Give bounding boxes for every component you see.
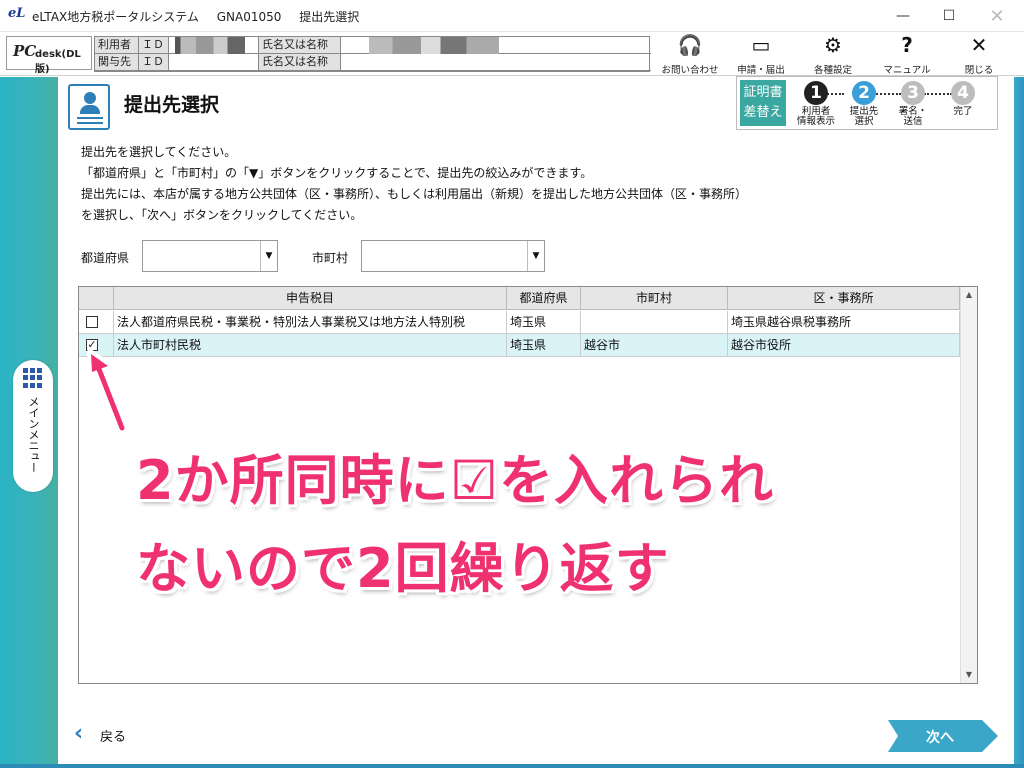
back-label: 戻る bbox=[100, 730, 127, 745]
replace-certificate-button[interactable]: 証明書 差替え bbox=[740, 80, 786, 126]
city-cell: 越谷市 bbox=[581, 334, 728, 357]
prefecture-cell: 埼玉県 bbox=[507, 311, 581, 334]
bottom-border bbox=[0, 764, 1024, 768]
table-row[interactable]: ✓ 法人市町村民税 埼玉県 越谷市 越谷市役所 bbox=[79, 334, 960, 357]
tax-cell: 法人市町村民税 bbox=[114, 334, 507, 357]
tax-cell: 法人都道府県民税・事業税・特別法人事業税又は地方法人特別税 bbox=[114, 311, 507, 334]
contact-label: お問い合わせ bbox=[661, 65, 719, 76]
step-connector bbox=[924, 93, 952, 95]
title-bar: eL eLTAX地方税ポータルシステム GNA01050 提出先選択 — ☐ ✕ bbox=[0, 0, 1024, 32]
user-id-label: ＩＤ bbox=[139, 37, 169, 54]
user-info-grid: 利用者 ＩＤ 氏名又は名称 関与先 ＩＤ 氏名又は名称 bbox=[94, 36, 651, 72]
step-connector bbox=[873, 93, 901, 95]
minimize-button[interactable]: — bbox=[880, 0, 926, 32]
headset-icon: 🎧 bbox=[677, 33, 703, 57]
column-header-office: 区・事務所 bbox=[728, 287, 960, 310]
cert-button-line1: 証明書 bbox=[743, 85, 783, 100]
gear-icon: ⚙ bbox=[824, 33, 842, 57]
chevron-left-icon: ‹ bbox=[74, 721, 84, 746]
column-header-prefecture: 都道府県 bbox=[507, 287, 581, 310]
city-label: 市町村 bbox=[312, 251, 349, 265]
user-label: 利用者 bbox=[95, 37, 139, 54]
brand-desk: desk(DL版) bbox=[35, 49, 81, 75]
scroll-down-icon[interactable]: ▼ bbox=[961, 667, 977, 683]
related-id-value bbox=[169, 54, 259, 71]
prefecture-cell: 埼玉県 bbox=[507, 334, 581, 357]
instruction-line: 提出先を選択してください。 bbox=[81, 145, 237, 159]
instruction-line: を選択し、「次へ」ボタンをクリックしてください。 bbox=[81, 208, 363, 222]
window-title: eLTAX地方税ポータルシステム GNA01050 提出先選択 bbox=[32, 8, 373, 25]
close-icon: ✕ bbox=[989, 5, 1005, 27]
step-4-number: 4 bbox=[951, 81, 975, 105]
prefecture-label: 都道府県 bbox=[81, 251, 130, 265]
scroll-up-icon[interactable]: ▲ bbox=[961, 287, 977, 303]
annotation-arrow-icon bbox=[87, 349, 127, 433]
step-1-label: 利用者 情報表示 bbox=[796, 106, 835, 127]
pcdesk-logo: PC desk(DL版) bbox=[6, 36, 92, 75]
cert-button-line2: 差替え bbox=[743, 105, 783, 120]
table-row[interactable]: 法人都道府県民税・事業税・特別法人事業税又は地方法人特別税 埼玉県 埼玉県越谷県… bbox=[79, 311, 960, 334]
screen-id: GNA01050 bbox=[216, 10, 282, 24]
settings-button[interactable]: ⚙ 各種設定 bbox=[800, 32, 866, 76]
app-name: eLTAX地方税ポータルシステム bbox=[32, 10, 199, 24]
chevron-down-icon[interactable]: ▼ bbox=[260, 241, 277, 271]
step-3-label: 署名・ 送信 bbox=[898, 106, 928, 127]
user-document-icon bbox=[68, 84, 110, 130]
step-3-number: 3 bbox=[901, 81, 925, 105]
step-2-number: 2 bbox=[852, 81, 876, 105]
header-bar: PC desk(DL版) 利用者 ＩＤ 氏名又は名称 関与先 ＩＤ 氏名又は名称… bbox=[0, 32, 1024, 76]
user-id-masked bbox=[175, 37, 245, 54]
settings-label: 各種設定 bbox=[813, 65, 852, 76]
maximize-icon: ☐ bbox=[942, 8, 956, 24]
step-2-label: 提出先 選択 bbox=[849, 106, 879, 127]
step-1-number: 1 bbox=[804, 81, 828, 105]
app-logo-icon: eL bbox=[8, 6, 26, 21]
close-icon: ✕ bbox=[970, 33, 988, 57]
right-border bbox=[1014, 77, 1024, 768]
user-name-masked bbox=[369, 37, 499, 54]
chevron-down-icon[interactable]: ▼ bbox=[527, 241, 544, 271]
prefecture-select[interactable]: ▼ bbox=[142, 240, 278, 272]
city-select[interactable]: ▼ bbox=[361, 240, 545, 272]
next-label: 次へ bbox=[926, 730, 954, 746]
contact-button[interactable]: 🎧 お問い合わせ bbox=[652, 32, 728, 76]
exit-label: 閉じる bbox=[964, 65, 994, 76]
question-icon: ? bbox=[901, 33, 913, 57]
maximize-button[interactable]: ☐ bbox=[926, 0, 972, 32]
annotation-line-2: ないので2回繰り返す bbox=[136, 537, 670, 600]
office-cell: 越谷市役所 bbox=[728, 334, 960, 357]
step-4-label: 完了 bbox=[953, 106, 973, 117]
row-checkbox[interactable] bbox=[86, 316, 98, 328]
related-label: 関与先 bbox=[95, 54, 139, 71]
instruction-line: 提出先には、本店が属する地方公共団体（区・事務所）、もしくは利用届出（新規）を提… bbox=[81, 187, 748, 201]
manual-button[interactable]: ? マニュアル bbox=[874, 32, 940, 76]
column-header-city: 市町村 bbox=[581, 287, 728, 310]
instruction-line: 「都道府県」と「市町村」の「▼」ボタンをクリックすることで、提出先の絞込みができ… bbox=[81, 166, 593, 180]
form-window-icon: ▭ bbox=[751, 33, 771, 57]
next-button[interactable]: 次へ bbox=[888, 720, 998, 752]
application-label: 申請・届出 bbox=[737, 65, 785, 76]
grid-icon bbox=[23, 368, 43, 388]
exit-button[interactable]: ✕ 閉じる bbox=[946, 32, 1012, 76]
user-name-label: 氏名又は名称 bbox=[259, 37, 341, 54]
related-name-value bbox=[341, 54, 651, 71]
minimize-icon: — bbox=[896, 8, 910, 24]
window-close-button[interactable]: ✕ bbox=[974, 0, 1020, 32]
annotation-line-1: 2か所同時に☑を入れられ bbox=[136, 449, 774, 512]
brand-pc: PC bbox=[13, 42, 37, 60]
page-title: 提出先選択 bbox=[124, 94, 220, 116]
office-cell: 埼玉県越谷県税事務所 bbox=[728, 311, 960, 334]
city-cell bbox=[581, 311, 728, 334]
main-menu-label: メインメニュー bbox=[27, 396, 40, 473]
main-menu-button[interactable]: メインメニュー bbox=[13, 360, 53, 492]
manual-label: マニュアル bbox=[883, 65, 931, 76]
column-header-tax: 申告税目 bbox=[114, 287, 507, 310]
step-indicator: 証明書 差替え 1 利用者 情報表示 2 提出先 選択 3 署名・ 送信 4 完了 bbox=[736, 76, 998, 130]
application-button[interactable]: ▭ 申請・届出 bbox=[728, 32, 794, 76]
table-scrollbar[interactable]: ▲ ▼ bbox=[960, 287, 977, 683]
related-id-label: ＩＤ bbox=[139, 54, 169, 71]
related-name-label: 氏名又は名称 bbox=[259, 54, 341, 71]
column-header-check bbox=[79, 287, 114, 310]
screen-title: 提出先選択 bbox=[299, 10, 360, 24]
